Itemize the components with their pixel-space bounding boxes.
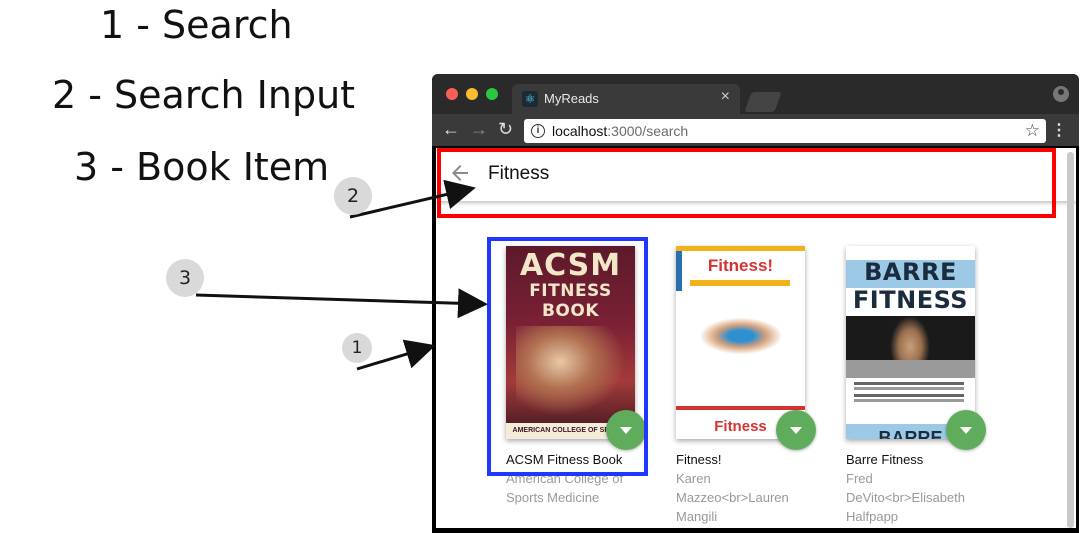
bookmark-star-icon[interactable]: ☆ [1025, 121, 1040, 141]
cover-text-lines [854, 382, 964, 385]
browser-tab[interactable]: ⚛ MyReads × [512, 84, 740, 114]
callout-2: 2 [334, 177, 372, 215]
legend-book-item: 3 - Book Item [74, 145, 330, 189]
browser-menu-icon[interactable]: ⋮ [1051, 120, 1067, 140]
book-authors: Karen Mazzeo<br>Lauren Mangili [676, 471, 789, 524]
reload-button[interactable]: ↻ [498, 120, 513, 138]
cover-title: Fitness! [707, 256, 774, 275]
cover-title: BARRE FITNESS [852, 258, 969, 314]
book-cover[interactable]: BARRE FITNESS BARRE [846, 246, 975, 439]
cover-grey-band [846, 360, 975, 378]
search-highlight-box [437, 148, 1056, 218]
cover-photo [696, 316, 786, 356]
cover-photo [846, 316, 975, 360]
tab-title: MyReads [544, 91, 599, 106]
url-text[interactable]: localhost:3000/search [552, 123, 688, 139]
scrollbar[interactable] [1067, 152, 1074, 528]
back-button[interactable]: ← [442, 120, 460, 138]
forward-button[interactable]: → [470, 120, 488, 138]
callout-1: 1 [342, 333, 372, 363]
address-bar[interactable]: i localhost:3000/search ☆ [524, 119, 1046, 143]
legend-search-input: 2 - Search Input [52, 73, 356, 117]
minimize-window-button[interactable] [466, 88, 478, 100]
cover-author-band [690, 280, 790, 286]
browser-titlebar: ⚛ MyReads × [432, 74, 1079, 114]
info-icon[interactable]: i [531, 124, 545, 138]
shelf-changer-button[interactable] [776, 410, 816, 450]
book-cover[interactable]: Fitness! Fitness [676, 246, 805, 439]
new-tab-button[interactable] [744, 92, 782, 112]
callout-3: 3 [166, 259, 204, 297]
profile-icon[interactable] [1053, 86, 1069, 102]
close-window-button[interactable] [446, 88, 458, 100]
browser-toolbar: ← → ↻ i localhost:3000/search ☆ ⋮ [432, 114, 1079, 146]
maximize-window-button[interactable] [486, 88, 498, 100]
legend-search: 1 - Search [100, 3, 293, 47]
book-item[interactable]: Fitness! Fitness Fitness! Karen Mazzeo<b… [676, 246, 816, 526]
book-item[interactable]: BARRE FITNESS BARRE Barre Fitness Fred D… [846, 246, 986, 526]
book-title: Fitness! [676, 452, 722, 467]
react-favicon-icon: ⚛ [522, 91, 538, 107]
close-tab-icon[interactable]: × [721, 88, 730, 106]
url-path: :3000/search [607, 123, 689, 139]
url-host: localhost [552, 123, 608, 139]
book-title: Barre Fitness [846, 452, 924, 467]
shelf-changer-button[interactable] [946, 410, 986, 450]
cover-top-stripe [676, 246, 805, 251]
book-authors: Fred DeVito<br>Elisabeth Halfpapp [846, 471, 966, 524]
book-item-highlight-box [487, 237, 648, 476]
